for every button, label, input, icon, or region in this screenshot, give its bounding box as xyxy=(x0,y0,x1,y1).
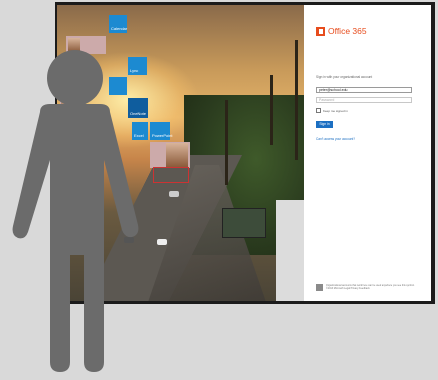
person-body xyxy=(12,104,139,372)
person-silhouette-icon xyxy=(12,50,139,372)
person-head xyxy=(47,50,103,106)
